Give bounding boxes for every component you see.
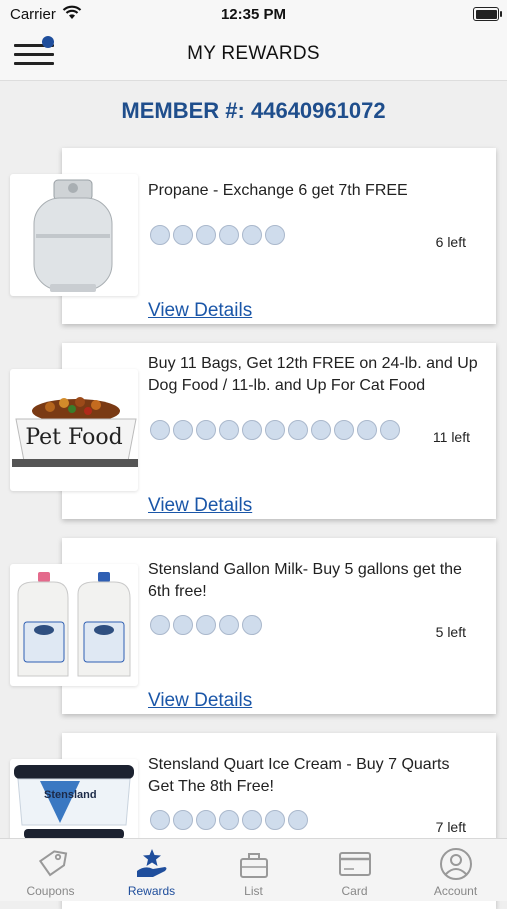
propane-tank-image	[10, 174, 138, 296]
punch-circle	[265, 420, 285, 440]
punch-circle	[173, 615, 193, 635]
list-bag-icon	[240, 853, 268, 878]
punch-circle	[265, 810, 285, 830]
punch-circle	[196, 225, 216, 245]
punch-circle	[150, 420, 170, 440]
punch-circle	[380, 420, 400, 440]
member-number: MEMBER #: 44640961072	[121, 98, 386, 123]
reward-description: Stensland Quart Ice Cream - Buy 7 Quarts…	[148, 756, 450, 795]
remaining-count: 11 left	[432, 429, 470, 445]
punch-circle	[196, 420, 216, 440]
reward-description: Stensland Gallon Milk- Buy 5 gallons get…	[148, 561, 462, 600]
rewards-star-hand-icon	[137, 849, 167, 877]
punch-circle	[265, 225, 285, 245]
punch-card-progress	[150, 420, 400, 440]
tab-list[interactable]: List	[203, 839, 304, 901]
punch-circle	[288, 420, 308, 440]
battery-icon	[473, 7, 502, 21]
tab-label: Card	[341, 884, 368, 898]
ice-cream-brand-label: Stensland	[44, 789, 97, 801]
pet-food-label: Pet Food	[25, 425, 123, 450]
punch-circle	[242, 615, 262, 635]
clock: 12:35 PM	[220, 6, 287, 23]
tab-label: Coupons	[26, 884, 75, 898]
punch-card-progress	[150, 225, 285, 245]
punch-circle	[219, 810, 239, 830]
punch-circle	[196, 615, 216, 635]
tab-card[interactable]: Card	[304, 839, 405, 901]
remaining-count: 7 left	[435, 819, 466, 835]
reward-description: Buy 11 Bags, Get 12th FREE on 24-lb. and…	[148, 355, 478, 394]
nav-header: MY REWARDS	[0, 30, 507, 81]
punch-circle	[242, 420, 262, 440]
tab-coupons[interactable]: Coupons	[0, 839, 101, 901]
status-bar: Carrier 12:35 PM	[0, 0, 507, 30]
tab-account[interactable]: Account	[405, 839, 506, 901]
punch-circle	[311, 420, 331, 440]
remaining-count: 6 left	[435, 234, 466, 250]
milk-jugs-image	[10, 564, 138, 686]
punch-circle	[150, 810, 170, 830]
punch-circle	[288, 810, 308, 830]
account-person-icon	[440, 848, 472, 880]
tab-label: List	[244, 884, 263, 898]
punch-circle	[219, 225, 239, 245]
punch-circle	[173, 810, 193, 830]
page-title: MY REWARDS	[187, 43, 320, 64]
punch-circle	[219, 420, 239, 440]
view-details-link[interactable]: View Details	[148, 690, 252, 712]
punch-circle	[173, 225, 193, 245]
punch-card-progress	[150, 615, 262, 635]
punch-card-progress	[150, 810, 308, 830]
punch-circle	[196, 810, 216, 830]
punch-circle	[150, 615, 170, 635]
punch-circle	[357, 420, 377, 440]
punch-circle	[150, 225, 170, 245]
card-icon	[339, 852, 371, 876]
view-details-link[interactable]: View Details	[148, 300, 252, 322]
remaining-count: 5 left	[435, 624, 466, 640]
coupon-tag-icon	[38, 850, 68, 877]
tab-bar: Coupons Rewards List Card Account	[0, 838, 507, 901]
punch-circle	[242, 810, 262, 830]
tab-rewards[interactable]: Rewards	[101, 839, 202, 901]
tab-label: Account	[433, 884, 478, 898]
punch-circle	[334, 420, 354, 440]
punch-circle	[219, 615, 239, 635]
reward-description: Propane - Exchange 6 get 7th FREE	[148, 182, 408, 199]
punch-circle	[242, 225, 262, 245]
punch-circle	[173, 420, 193, 440]
view-details-link[interactable]: View Details	[148, 495, 252, 517]
tab-label: Rewards	[127, 884, 176, 898]
pet-food-bowl-image: Pet Food	[10, 369, 138, 491]
